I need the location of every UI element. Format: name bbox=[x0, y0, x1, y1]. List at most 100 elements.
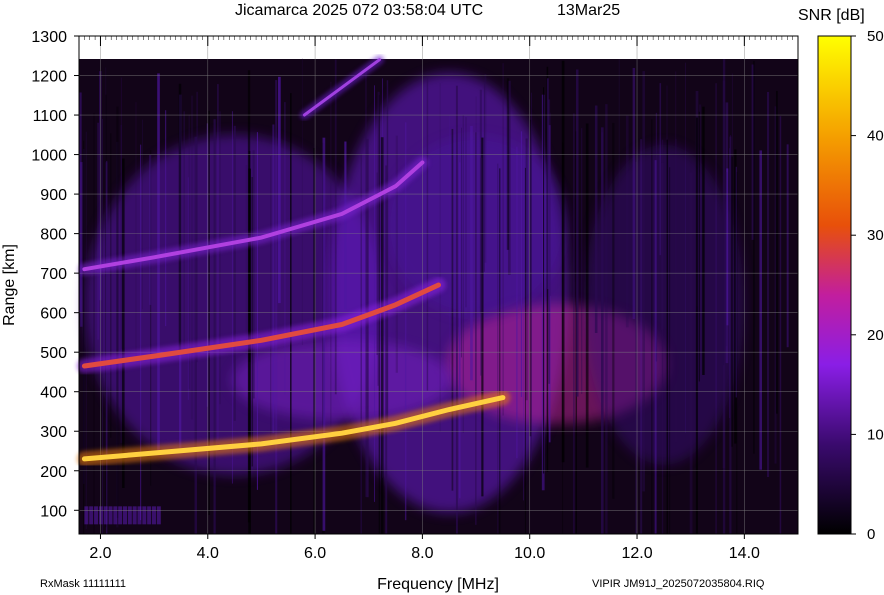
interference-streak bbox=[729, 136, 732, 534]
colorbar-tick-label: 30 bbox=[867, 227, 884, 244]
colorbar-tick-label: 50 bbox=[867, 28, 884, 45]
interference-streak bbox=[344, 141, 347, 310]
interference-streak bbox=[497, 163, 499, 535]
interference-streak bbox=[330, 81, 332, 443]
noise-patch bbox=[113, 506, 118, 525]
interference-streak bbox=[149, 154, 152, 305]
interference-streak bbox=[525, 138, 528, 401]
rx-mask-label: RxMask 11111111 bbox=[40, 578, 126, 590]
colorbar-label: SNR [dB] bbox=[798, 7, 865, 24]
noise-patch bbox=[94, 506, 99, 525]
interference-streak bbox=[455, 85, 458, 534]
interference-streak bbox=[231, 111, 233, 484]
noise-patch bbox=[98, 506, 103, 525]
x-axis-label: Frequency [MHz] bbox=[377, 576, 499, 593]
date-label: 13Mar25 bbox=[557, 2, 620, 19]
interference-streak bbox=[480, 157, 483, 376]
interference-streak bbox=[531, 92, 532, 462]
interference-streak bbox=[779, 116, 782, 534]
interference-streak bbox=[685, 62, 686, 434]
interference-streak bbox=[187, 177, 189, 400]
noise-patch bbox=[84, 506, 89, 525]
y-tick-label: 1300 bbox=[31, 29, 67, 46]
chart-title: Jicamarca 2025 072 03:58:04 UTC bbox=[235, 2, 483, 19]
interference-streak bbox=[462, 115, 464, 433]
interference-streak bbox=[640, 139, 643, 534]
interference-streak bbox=[669, 167, 671, 534]
colorbar-ticks: 0 10 20 30 40 50 bbox=[851, 28, 884, 543]
interference-streak bbox=[97, 122, 99, 340]
interference-streak bbox=[550, 112, 551, 296]
interference-streak bbox=[660, 162, 664, 330]
interference-streak bbox=[439, 82, 441, 432]
interference-streak bbox=[142, 119, 143, 310]
interference-streak bbox=[80, 162, 83, 327]
x-tick-label: 8.0 bbox=[411, 545, 433, 562]
interference-streak bbox=[245, 165, 248, 355]
interference-streak bbox=[547, 78, 549, 290]
y-tick-label: 400 bbox=[40, 385, 67, 402]
interference-streak bbox=[651, 119, 653, 534]
noise-patch bbox=[147, 506, 152, 525]
interference-streak bbox=[618, 58, 620, 291]
y-axis-ticks: 100 200 300 400 500 600 700 800 900 1000 1100 1200 1… bbox=[31, 29, 79, 520]
interference-streak bbox=[122, 158, 125, 489]
y-tick-label: 800 bbox=[40, 227, 67, 244]
interference-streak bbox=[451, 128, 454, 491]
colorbar-tick-label: 20 bbox=[867, 327, 884, 344]
noise-patch bbox=[137, 506, 142, 525]
y-tick-label: 300 bbox=[40, 424, 67, 441]
noise-patch bbox=[118, 506, 123, 525]
ionogram-chart: Jicamarca 2025 072 03:58:04 UTC 13Mar25 … bbox=[1, 2, 884, 593]
y-tick-label: 900 bbox=[40, 187, 67, 204]
interference-streak bbox=[301, 58, 303, 345]
y-tick-label: 200 bbox=[40, 464, 67, 481]
x-tick-label: 14.0 bbox=[729, 545, 760, 562]
interference-streak bbox=[632, 67, 636, 319]
noise-patch bbox=[151, 506, 156, 525]
interference-streak bbox=[248, 168, 251, 535]
interference-streak bbox=[334, 59, 337, 395]
interference-streak bbox=[284, 102, 286, 395]
colorbar-scale bbox=[817, 35, 852, 535]
interference-streak bbox=[290, 93, 292, 535]
interference-streak bbox=[484, 73, 487, 263]
interference-streak bbox=[377, 91, 380, 386]
interference-streak bbox=[101, 118, 103, 535]
interference-streak bbox=[499, 168, 501, 534]
interference-streak bbox=[612, 122, 615, 499]
interference-streak bbox=[256, 132, 258, 490]
interference-streak bbox=[698, 111, 700, 382]
interference-streak bbox=[83, 140, 85, 534]
interference-streak bbox=[725, 172, 728, 347]
interference-streak bbox=[674, 71, 677, 279]
interference-streak bbox=[506, 78, 510, 250]
noise-patch bbox=[89, 506, 94, 525]
y-tick-label: 1200 bbox=[31, 69, 67, 86]
interference-streak bbox=[183, 111, 185, 353]
y-tick-label: 1100 bbox=[33, 108, 68, 125]
interference-streak bbox=[523, 155, 524, 501]
interference-streak bbox=[561, 60, 565, 463]
interference-streak bbox=[753, 61, 755, 454]
interference-streak bbox=[702, 106, 705, 375]
noise-patch bbox=[127, 506, 132, 525]
interference-streak bbox=[458, 162, 461, 499]
interference-streak bbox=[106, 160, 108, 535]
interference-streak bbox=[470, 125, 473, 381]
interference-streak bbox=[85, 131, 87, 530]
interference-streak bbox=[135, 102, 137, 357]
interference-streak bbox=[165, 110, 167, 327]
noise-patch bbox=[103, 506, 108, 525]
interference-streak bbox=[605, 104, 608, 534]
interference-streak bbox=[110, 133, 112, 438]
colorbar: SNR [dB] 0 10 20 30 40 50 bbox=[798, 7, 884, 543]
noise-patch bbox=[142, 506, 147, 525]
interference-streak bbox=[219, 111, 221, 405]
interference-streak bbox=[776, 90, 778, 414]
noise-patch bbox=[108, 506, 113, 525]
noise-patch bbox=[122, 506, 127, 525]
interference-streak bbox=[654, 160, 657, 534]
interference-streak bbox=[585, 123, 589, 468]
echo-region bbox=[231, 339, 452, 420]
